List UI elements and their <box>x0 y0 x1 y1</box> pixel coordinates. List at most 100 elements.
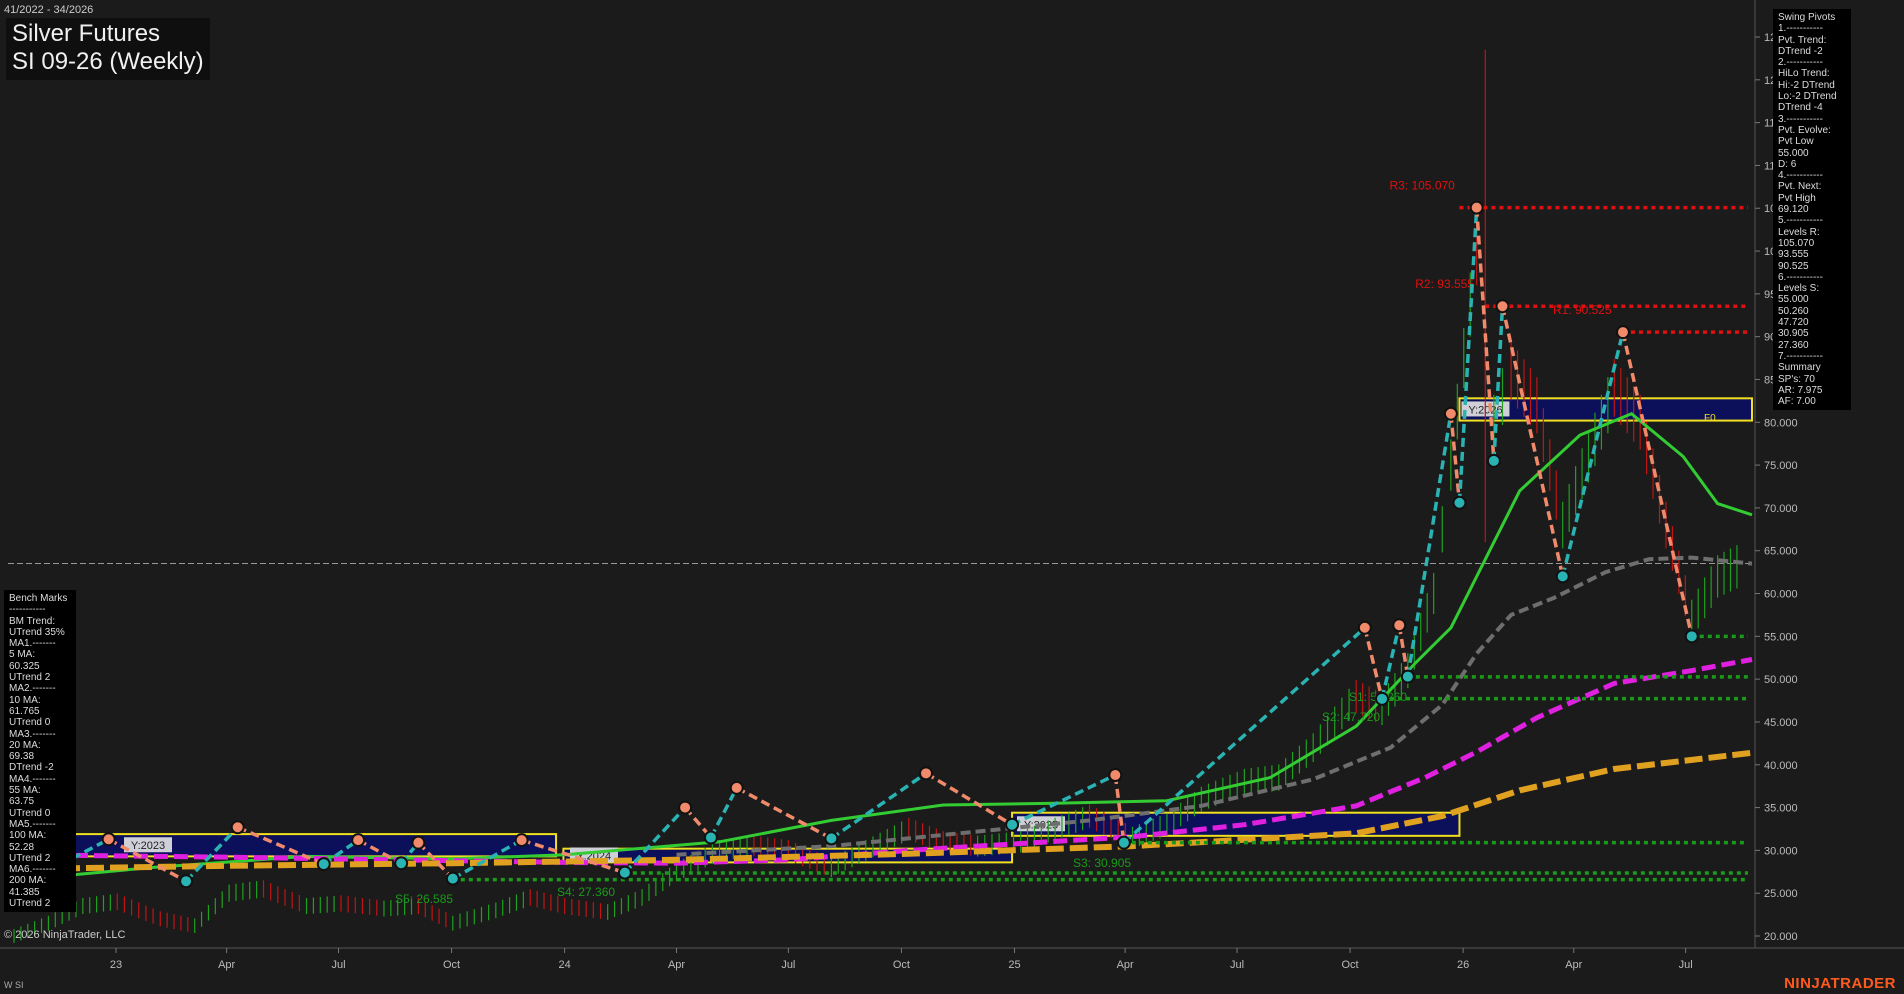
swing-panel-line: 30.905 <box>1778 328 1809 340</box>
x-tick-label: Jul <box>331 959 345 971</box>
swing-panel-line: DTrend -4 <box>1778 102 1823 114</box>
x-tick-label: Apr <box>668 959 685 971</box>
pivot-low-marker <box>1005 817 1020 832</box>
pivot-high-marker <box>1495 299 1510 314</box>
pivot-high-marker <box>1443 406 1458 421</box>
swing-panel-line: 55.000 <box>1778 147 1809 159</box>
y-tick-label: 50.000 <box>1764 674 1798 686</box>
swing-panel-line: Pvt. Trend: <box>1778 34 1827 46</box>
x-tick-label: Apr <box>1117 959 1134 971</box>
x-tick-label: 23 <box>110 959 122 971</box>
swing-panel-line: Lo:-2 DTrend <box>1778 91 1837 103</box>
swing-panel-line: Pvt. Evolve: <box>1778 124 1831 136</box>
pivot-low-marker <box>617 865 632 880</box>
y-tick-label: 35.000 <box>1764 803 1798 815</box>
support-label: S4: 27.360 <box>557 885 615 899</box>
pivot-high-marker <box>514 833 529 848</box>
pivot-low-marker <box>824 831 839 846</box>
swing-panel-line: 93.555 <box>1778 249 1809 261</box>
y-tick-label: 80.000 <box>1764 417 1798 429</box>
swing-panel-line: AR: 7.975 <box>1778 384 1823 396</box>
swing-panel-line: 5.----------- <box>1778 215 1823 227</box>
pivot-swing-line <box>1449 413 1462 503</box>
instrument-name: Silver Futures <box>12 20 161 47</box>
y-tick-label: 40.000 <box>1764 760 1798 772</box>
x-tick-label: Jul <box>1679 959 1693 971</box>
y-tick-label: 75.000 <box>1764 460 1798 472</box>
pivot-swing-line <box>925 771 1013 827</box>
pivot-low-marker <box>703 830 718 845</box>
swing-panel-line: 7.----------- <box>1778 350 1823 362</box>
ninjatrader-logo: NINJATRADER <box>1784 975 1896 992</box>
bench-panel-line: MA6.------- <box>9 864 56 876</box>
swing-panel-line: 55.000 <box>1778 294 1809 306</box>
bench-panel-line: UTrend 0 <box>9 717 51 729</box>
bench-panel-line: 10 MA: <box>9 694 41 706</box>
price-chart[interactable]: 125.000120.000115.000110.000105.000100.0… <box>0 0 1904 994</box>
pivot-swing-line <box>830 771 928 840</box>
moving-average-20-ma <box>13 411 1753 882</box>
bench-panel-line: MA4.------- <box>9 773 56 785</box>
year-box-label: Y:2023 <box>131 840 165 852</box>
resistance-label: R3: 105.070 <box>1389 179 1455 193</box>
moving-average-100-ma <box>13 657 1753 866</box>
bench-panel-line: 100 MA: <box>9 830 47 842</box>
bench-panel-line: 69.38 <box>9 751 35 763</box>
pivot-swing-line <box>1122 626 1366 844</box>
benchmarks-panel: Bench Marks ----------- BM Trend: UTrend 35… <box>4 590 76 913</box>
pivot-swing-line <box>1363 627 1384 700</box>
swing-panel-line: Summary <box>1778 362 1821 374</box>
pivot-high-marker <box>919 766 934 781</box>
bench-panel-line: UTrend 2 <box>9 672 51 684</box>
bench-panel-line: 55 MA: <box>9 785 41 797</box>
y-tick-label: 45.000 <box>1764 717 1798 729</box>
bench-panel-line: 20 MA: <box>9 739 41 751</box>
bench-panel-line: UTrend 35% <box>9 626 65 638</box>
y-tick-label: 25.000 <box>1764 888 1798 900</box>
year-box-tag: F0 <box>1704 413 1716 424</box>
pivot-swing-line <box>1621 331 1694 637</box>
pivot-low-marker <box>1375 691 1390 706</box>
bench-panel-line: UTrend 2 <box>9 852 51 864</box>
resistance-label: R2: 93.555 <box>1415 277 1474 291</box>
pivot-high-marker <box>351 833 366 848</box>
resistance-label: R1: 90.525 <box>1553 303 1612 317</box>
bench-panel-line: MA2.------- <box>9 683 56 695</box>
bench-panel-line: 200 MA: <box>9 875 47 887</box>
pivot-low-marker <box>394 856 409 871</box>
bench-panel-line: Bench Marks <box>9 593 68 604</box>
pivot-low-marker <box>1684 629 1699 644</box>
bench-panel-line: 5 MA: <box>9 649 36 661</box>
support-label: S5: 26.585 <box>395 892 453 906</box>
support-label: S2: 47.720 <box>1322 710 1380 724</box>
bench-panel-line: 41.385 <box>9 886 40 898</box>
moving-average-55-ma <box>676 555 1753 857</box>
swing-panel-line: 105.070 <box>1778 237 1815 249</box>
pivot-high-marker <box>1357 620 1372 635</box>
pivot-high-marker <box>1615 325 1630 340</box>
pivot-low-marker <box>1555 569 1570 584</box>
swing-panel-line: DTrend -2 <box>1778 45 1823 57</box>
bench-panel-line: 61.765 <box>9 705 40 717</box>
pivot-high-marker <box>678 800 693 815</box>
pivot-high-marker <box>230 820 245 835</box>
y-tick-label: 65.000 <box>1764 546 1798 558</box>
x-tick-label: 24 <box>559 959 571 971</box>
swing-panel-line: HiLo Trend: <box>1778 68 1830 80</box>
swing-pivots-panel: Swing Pivots 1.----------- Pvt. Trend: DTre… <box>1773 9 1851 411</box>
y-tick-label: 60.000 <box>1764 589 1798 601</box>
swing-panel-line: SP's: 70 <box>1778 373 1815 385</box>
pivot-low-marker <box>1452 495 1467 510</box>
swing-panel-line: Levels S: <box>1778 283 1820 295</box>
x-tick-label: 26 <box>1457 959 1469 971</box>
pivot-low-marker <box>316 857 331 872</box>
pivot-low-marker <box>179 874 194 889</box>
x-tick-label: Oct <box>893 959 910 971</box>
swing-panel-line: 69.120 <box>1778 204 1809 216</box>
pivot-low-marker <box>1400 669 1415 684</box>
bench-panel-line: BM Trend: <box>9 615 56 627</box>
x-tick-label: Apr <box>1565 959 1582 971</box>
bench-panel-line: UTrend 2 <box>9 898 51 910</box>
y-tick-label: 30.000 <box>1764 845 1798 857</box>
swing-panel-line: 3.----------- <box>1778 113 1823 125</box>
